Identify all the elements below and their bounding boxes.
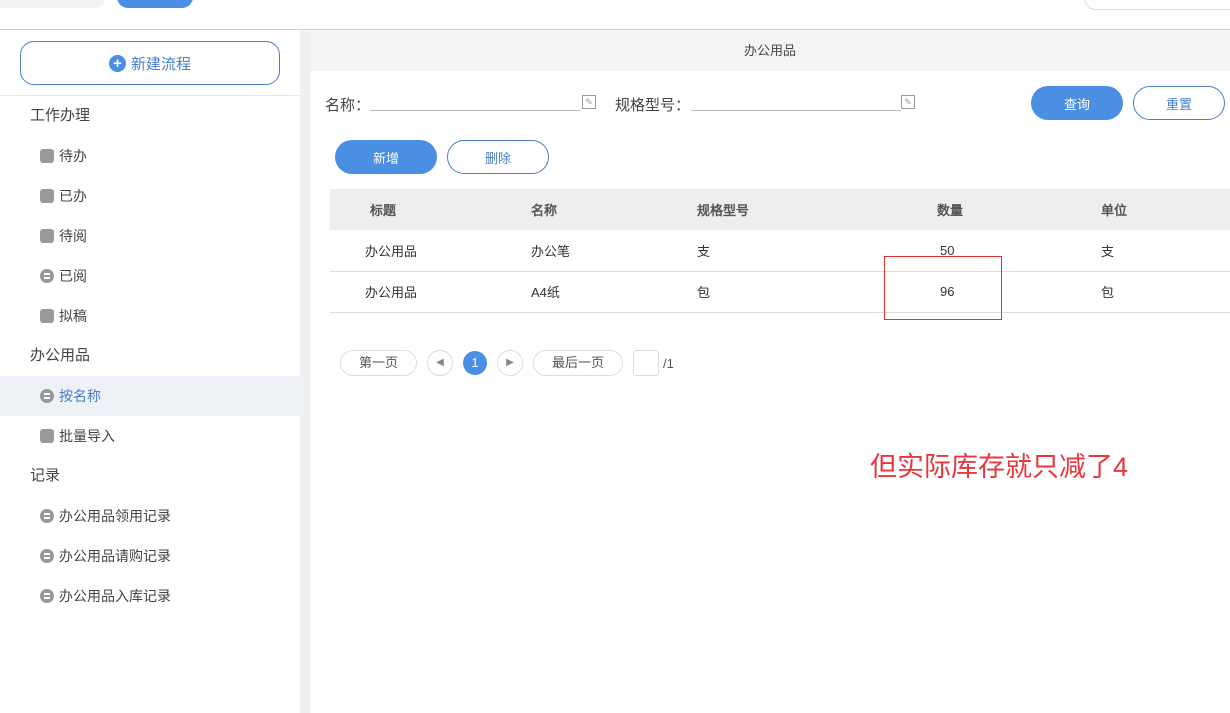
annotation-highlight-box: [884, 256, 1002, 320]
sidebar-item-purchase-records[interactable]: 办公用品请购记录: [0, 536, 300, 576]
group-work: 工作办理: [30, 107, 91, 124]
page-title: 办公用品: [310, 31, 1230, 71]
sidebar-item-by-name[interactable]: 按名称: [0, 376, 300, 416]
sidebar-item-label: 拟稿: [59, 308, 87, 324]
next-page-icon[interactable]: ▶: [497, 350, 524, 376]
sidebar-item-label: 已阅: [59, 268, 87, 284]
sidebar-item-label: 待阅: [59, 228, 87, 244]
cell-title: 办公用品: [330, 271, 490, 313]
cell-unit: 包: [1054, 271, 1230, 313]
list-icon: [40, 549, 54, 563]
sidebar-item-label: 按名称: [59, 388, 101, 404]
cell-name: 办公笔: [490, 230, 656, 272]
table-header: 标题 名称 规格型号 数量 单位: [330, 189, 1230, 230]
sidebar-item-stockin-records[interactable]: 办公用品入库记录: [0, 576, 300, 616]
sidebar-item-todo[interactable]: 待办: [0, 136, 300, 176]
pagination: 第一页 ◀ 1 ▶ 最后一页 /1: [340, 350, 674, 376]
table-row[interactable]: 办公用品 办公笔 支 50 支: [330, 230, 1230, 272]
edit-icon[interactable]: ✎: [901, 95, 915, 109]
total-pages: /1: [663, 355, 674, 371]
check-icon: [40, 189, 54, 203]
eye-icon: [40, 269, 54, 283]
col-name[interactable]: 名称: [490, 189, 656, 230]
group-office-supplies: 办公用品: [30, 347, 91, 364]
prev-page-icon[interactable]: ◀: [427, 350, 454, 376]
name-label: 名称：: [325, 97, 371, 114]
sidebar-item-draft[interactable]: 拟稿: [0, 296, 300, 336]
sidebar-nav: 工作办理 待办 已办 待阅 已阅 拟稿 办公用品 按名称 批量导入 记录 办公用…: [0, 96, 300, 616]
import-icon: [40, 429, 54, 443]
list-icon: [40, 389, 54, 403]
list-icon: [40, 509, 54, 523]
table-row[interactable]: 办公用品 A4纸 包 96 包: [330, 271, 1230, 313]
todo-icon: [40, 149, 54, 163]
group-records: 记录: [30, 467, 61, 484]
reset-button[interactable]: 重置: [1133, 86, 1225, 120]
top-right-field[interactable]: [1084, 0, 1230, 10]
sidebar-item-to-read[interactable]: 待阅: [0, 216, 300, 256]
sidebar-item-usage-records[interactable]: 办公用品领用记录: [0, 496, 300, 536]
col-spec[interactable]: 规格型号: [656, 189, 890, 230]
sidebar-item-label: 批量导入: [59, 428, 115, 444]
edit-icon: [40, 309, 54, 323]
annotation-text: 但实际库存就只减了4: [870, 452, 1129, 482]
spec-input[interactable]: [691, 110, 901, 111]
col-quantity[interactable]: 数量: [890, 189, 1054, 230]
new-process-label: 新建流程: [130, 55, 191, 73]
sidebar-item-batch-import[interactable]: 批量导入: [0, 416, 300, 456]
cell-title: 办公用品: [330, 230, 490, 272]
cell-spec: 支: [656, 230, 890, 272]
list-icon: [40, 589, 54, 603]
add-button[interactable]: 新增: [335, 140, 437, 174]
sidebar: + 新建流程 工作办理 待办 已办 待阅 已阅 拟稿 办公用品 按名称 批量导入…: [0, 31, 300, 713]
top-bar: [0, 0, 1230, 30]
last-page-button[interactable]: 最后一页: [533, 350, 624, 376]
first-page-button[interactable]: 第一页: [340, 350, 418, 376]
edit-icon[interactable]: ✎: [582, 95, 596, 109]
delete-button[interactable]: 删除: [447, 140, 549, 174]
query-button[interactable]: 查询: [1031, 86, 1123, 120]
sidebar-item-label: 办公用品领用记录: [59, 508, 171, 524]
sidebar-item-label: 办公用品请购记录: [59, 548, 171, 564]
sidebar-item-read[interactable]: 已阅: [0, 256, 300, 296]
top-search-field[interactable]: [0, 0, 105, 8]
cell-name: A4纸: [490, 271, 656, 313]
new-process-button[interactable]: + 新建流程: [20, 41, 280, 85]
main-panel: 办公用品 名称： ✎ 规格型号： ✎ 查询 重置 新增 删除 标题 名称 规格型…: [310, 31, 1230, 713]
sidebar-item-done[interactable]: 已办: [0, 176, 300, 216]
sidebar-item-label: 已办: [59, 188, 87, 204]
sidebar-item-label: 待办: [59, 148, 87, 164]
sidebar-item-label: 办公用品入库记录: [59, 588, 171, 604]
splitter: [300, 31, 310, 713]
plus-icon: +: [108, 54, 126, 72]
top-button[interactable]: [117, 0, 193, 8]
spec-label: 规格型号：: [615, 97, 691, 114]
col-unit[interactable]: 单位: [1054, 189, 1230, 230]
cell-unit: 支: [1054, 230, 1230, 272]
clock-icon: [40, 229, 54, 243]
page-input[interactable]: [633, 350, 660, 376]
col-title[interactable]: 标题: [330, 189, 490, 230]
cell-spec: 包: [656, 271, 890, 313]
name-input[interactable]: [370, 110, 580, 111]
current-page[interactable]: 1: [463, 351, 488, 375]
supplies-table: 标题 名称 规格型号 数量 单位 办公用品 办公笔 支 50 支 办公用品 A4…: [330, 189, 1230, 313]
